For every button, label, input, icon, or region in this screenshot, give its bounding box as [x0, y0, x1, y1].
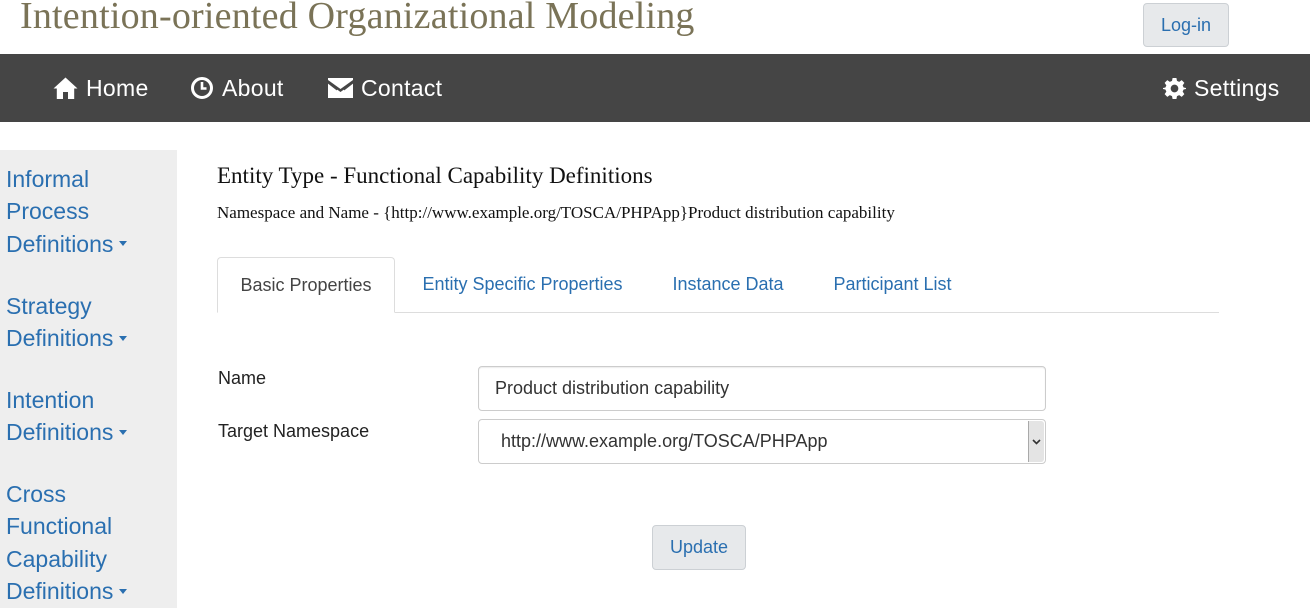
target-namespace-label: Target Namespace	[218, 421, 370, 441]
nav-about[interactable]: About	[190, 54, 284, 122]
tab-entity-specific-properties[interactable]: Entity Specific Properties	[405, 257, 640, 312]
home-icon	[53, 76, 78, 100]
name-input[interactable]	[478, 366, 1046, 411]
site-title: Intention-oriented Organizational Modeli…	[20, 0, 695, 37]
tab-basic-properties[interactable]: Basic Properties	[217, 257, 395, 313]
caret-down-icon	[119, 588, 128, 594]
nav-about-label: About	[222, 74, 284, 101]
sidebar-item-intention-definitions[interactable]: Intention Definitions	[6, 384, 174, 449]
sidebar-item-label: Intention Definitions	[6, 387, 114, 446]
caret-down-icon	[119, 429, 128, 435]
sidebar: Informal Process Definitions Strategy De…	[0, 150, 177, 608]
tab-bar: Basic Properties Entity Specific Propert…	[217, 257, 1219, 313]
gear-icon	[1163, 77, 1186, 100]
caret-down-icon	[119, 335, 128, 341]
nav-contact[interactable]: Contact	[328, 54, 442, 122]
nav-home[interactable]: Home	[53, 54, 149, 122]
update-button[interactable]: Update	[652, 525, 746, 570]
nav-home-label: Home	[86, 74, 149, 101]
namespace-and-name: Namespace and Name - {http://www.example…	[217, 203, 895, 222]
sidebar-item-label: Informal Process Definitions	[6, 166, 114, 257]
clock-icon	[190, 76, 214, 100]
caret-down-icon	[119, 241, 128, 247]
sidebar-item-informal-process-definitions[interactable]: Informal Process Definitions	[6, 163, 174, 260]
top-navbar: Home About Contact Settings	[0, 54, 1310, 122]
target-namespace-select[interactable]: http://www.example.org/TOSCA/PHPApp	[478, 419, 1046, 464]
target-namespace-value: http://www.example.org/TOSCA/PHPApp	[501, 431, 828, 451]
login-button[interactable]: Log-in	[1143, 3, 1229, 47]
tab-instance-data[interactable]: Instance Data	[657, 257, 799, 312]
envelope-icon	[328, 78, 353, 98]
select-arrow[interactable]	[1028, 421, 1044, 462]
tab-participant-list[interactable]: Participant List	[817, 257, 968, 312]
sidebar-item-strategy-definitions[interactable]: Strategy Definitions	[6, 290, 174, 355]
name-label: Name	[218, 368, 267, 388]
sidebar-item-label: Cross Functional Capability Definitions	[6, 481, 114, 605]
sidebar-item-label: Strategy Definitions	[6, 293, 114, 352]
sidebar-item-cross-functional-capability-definitions[interactable]: Cross Functional Capability Definitions	[6, 478, 174, 608]
nav-contact-label: Contact	[361, 74, 443, 101]
page-title: Entity Type - Functional Capability Defi…	[217, 163, 653, 188]
nav-settings-label: Settings	[1194, 74, 1280, 101]
chevron-down-icon	[1032, 438, 1041, 445]
nav-settings[interactable]: Settings	[1163, 54, 1280, 122]
